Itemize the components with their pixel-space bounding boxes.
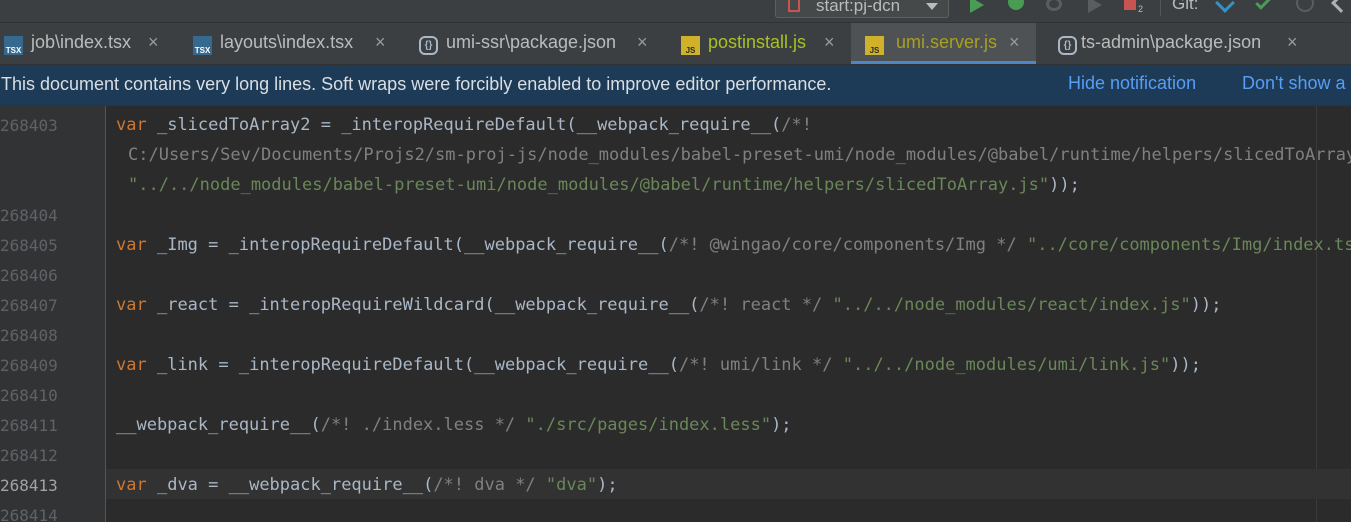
line-number: 268412 bbox=[0, 446, 58, 465]
line-number-gutter: 268403 268404 268405 268406 268407 26840… bbox=[0, 106, 106, 522]
comment: /*! react */ bbox=[699, 295, 823, 315]
line-number: 268409 bbox=[0, 356, 58, 375]
tab-postinstall-js[interactable]: JS postinstall.js × bbox=[677, 23, 849, 64]
tab-job-index-tsx[interactable]: TSX job\index.tsx × bbox=[0, 23, 182, 64]
line-number: 268406 bbox=[0, 266, 58, 285]
tab-label: umi-ssr\package.json bbox=[446, 32, 617, 52]
editor-tabs: TSX job\index.tsx × TSX layouts\index.ts… bbox=[0, 23, 1351, 65]
code-line: __webpack_require__(/*! ./index.less */ … bbox=[116, 415, 792, 435]
keyword: var bbox=[116, 475, 147, 495]
code-line-wrapped: "../../node_modules/babel-preset-umi/nod… bbox=[128, 175, 1080, 195]
tab-umi-server-js[interactable]: JS umi.server.js × bbox=[851, 23, 1036, 64]
line-number: 268403 bbox=[0, 116, 58, 135]
tab-umi-ssr-package-json[interactable]: {} umi-ssr\package.json × bbox=[415, 23, 671, 64]
tab-label: job\index.tsx bbox=[31, 32, 132, 52]
code-text: __webpack_require__( bbox=[116, 415, 321, 435]
code-text: _Img = _interopRequireDefault(__webpack_… bbox=[156, 235, 669, 255]
coverage-icon[interactable] bbox=[1046, 0, 1062, 11]
run-configuration-selector[interactable]: start:pj-dcn bbox=[775, 0, 949, 18]
code-line: var _link = _interopRequireDefault(__web… bbox=[116, 355, 1201, 375]
dont-show-again-link[interactable]: Don't show a bbox=[1242, 73, 1346, 94]
git-label: Git: bbox=[1172, 0, 1199, 13]
string-literal: "../../node_modules/babel-preset-umi/nod… bbox=[128, 175, 1050, 195]
code-text: )); bbox=[1049, 175, 1080, 195]
comment: /*! ./index.less */ bbox=[320, 415, 516, 435]
soft-wrap-notification: This document contains very long lines. … bbox=[0, 65, 1351, 106]
code-text: _slicedToArray2 = _interopRequireDefault… bbox=[156, 115, 782, 135]
tab-layouts-index-tsx[interactable]: TSX layouts\index.tsx × bbox=[189, 23, 409, 64]
string-literal: "../../node_modules/umi/link.js" bbox=[842, 355, 1171, 375]
close-icon[interactable]: × bbox=[375, 32, 386, 53]
line-number: 268408 bbox=[0, 326, 58, 345]
comment: /*! @wingao/core/components/Img */ bbox=[668, 235, 1017, 255]
js-file-icon: JS bbox=[865, 36, 884, 55]
line-number-current: 268413 bbox=[0, 476, 58, 495]
tab-label: umi.server.js bbox=[896, 32, 998, 52]
close-icon[interactable]: × bbox=[824, 32, 835, 53]
code-line: var _react = _interopRequireWildcard(__w… bbox=[116, 295, 1221, 315]
code-line-current: var _dva = __webpack_require__(/*! dva *… bbox=[116, 475, 618, 495]
profile-icon[interactable] bbox=[1088, 0, 1102, 13]
code-text: )); bbox=[1170, 355, 1201, 375]
toolbar-divider bbox=[1160, 0, 1161, 16]
string-literal: "../../node_modules/react/index.js" bbox=[832, 295, 1191, 315]
line-number: 268405 bbox=[0, 236, 58, 255]
keyword: var bbox=[116, 295, 147, 315]
git-rollback-icon[interactable] bbox=[1331, 0, 1351, 13]
comment: C:/Users/Sev/Documents/Projs2/sm-proj-js… bbox=[128, 145, 1351, 165]
notification-message: This document contains very long lines. … bbox=[1, 74, 832, 94]
code-line: var _slicedToArray2 = _interopRequireDef… bbox=[116, 115, 812, 135]
keyword: var bbox=[116, 355, 147, 375]
run-configuration-label: start:pj-dcn bbox=[816, 0, 901, 15]
comment: /*! umi/link */ bbox=[678, 355, 833, 375]
tab-label: layouts\index.tsx bbox=[220, 32, 354, 52]
line-number: 268414 bbox=[0, 506, 58, 522]
code-text: _dva = __webpack_require__( bbox=[156, 475, 434, 495]
json-file-icon: {} bbox=[419, 36, 438, 55]
hide-notification-link[interactable]: Hide notification bbox=[1068, 73, 1196, 94]
line-number: 268411 bbox=[0, 416, 58, 435]
git-update-icon[interactable] bbox=[1215, 0, 1235, 13]
stop-icon[interactable] bbox=[1124, 0, 1136, 10]
string-literal: "../core/components/Img/index.tsx") bbox=[1026, 235, 1351, 255]
code-text: _react = _interopRequireWildcard(__webpa… bbox=[156, 295, 700, 315]
close-icon[interactable]: × bbox=[637, 32, 648, 53]
debug-icon[interactable] bbox=[1008, 0, 1024, 10]
stop-count-badge: 2 bbox=[1138, 4, 1144, 14]
git-commit-icon[interactable] bbox=[1255, 0, 1271, 10]
comment: /*! bbox=[781, 115, 813, 135]
tab-label: postinstall.js bbox=[708, 32, 807, 52]
code-editor[interactable]: 268403 268404 268405 268406 268407 26840… bbox=[0, 106, 1351, 522]
right-margin-guide bbox=[1316, 106, 1317, 522]
tab-ts-admin-package-json[interactable]: {} ts-admin\package.json × bbox=[1050, 23, 1351, 64]
code-text: _link = _interopRequireDefault(__webpack… bbox=[156, 355, 679, 375]
tab-label: ts-admin\package.json bbox=[1081, 32, 1262, 52]
code-text: ); bbox=[597, 475, 618, 495]
tsx-file-icon: TSX bbox=[193, 36, 212, 55]
close-icon[interactable]: × bbox=[148, 32, 159, 53]
line-number: 268404 bbox=[0, 206, 58, 225]
code-line: var _Img = _interopRequireDefault(__webp… bbox=[116, 235, 1351, 255]
string-literal: "dva" bbox=[545, 475, 598, 495]
npm-config-icon bbox=[788, 0, 800, 12]
line-number: 268407 bbox=[0, 296, 58, 315]
js-file-icon: JS bbox=[681, 36, 700, 55]
comment: /*! dva */ bbox=[433, 475, 536, 495]
close-icon[interactable]: × bbox=[1287, 32, 1298, 53]
line-number: 268410 bbox=[0, 386, 58, 405]
code-text: ); bbox=[771, 415, 792, 435]
chevron-down-icon bbox=[926, 3, 938, 10]
main-toolbar: start:pj-dcn 2 Git: bbox=[0, 0, 1351, 23]
tsx-file-icon: TSX bbox=[4, 36, 23, 55]
keyword: var bbox=[116, 235, 147, 255]
git-history-icon[interactable] bbox=[1296, 0, 1314, 12]
run-icon[interactable] bbox=[970, 0, 984, 13]
code-line-wrapped: C:/Users/Sev/Documents/Projs2/sm-proj-js… bbox=[128, 145, 1351, 165]
string-literal: "./src/pages/index.less" bbox=[525, 415, 772, 435]
code-text: )); bbox=[1190, 295, 1222, 315]
json-file-icon: {} bbox=[1058, 36, 1077, 55]
close-icon[interactable]: × bbox=[1009, 32, 1020, 53]
keyword: var bbox=[116, 115, 147, 135]
